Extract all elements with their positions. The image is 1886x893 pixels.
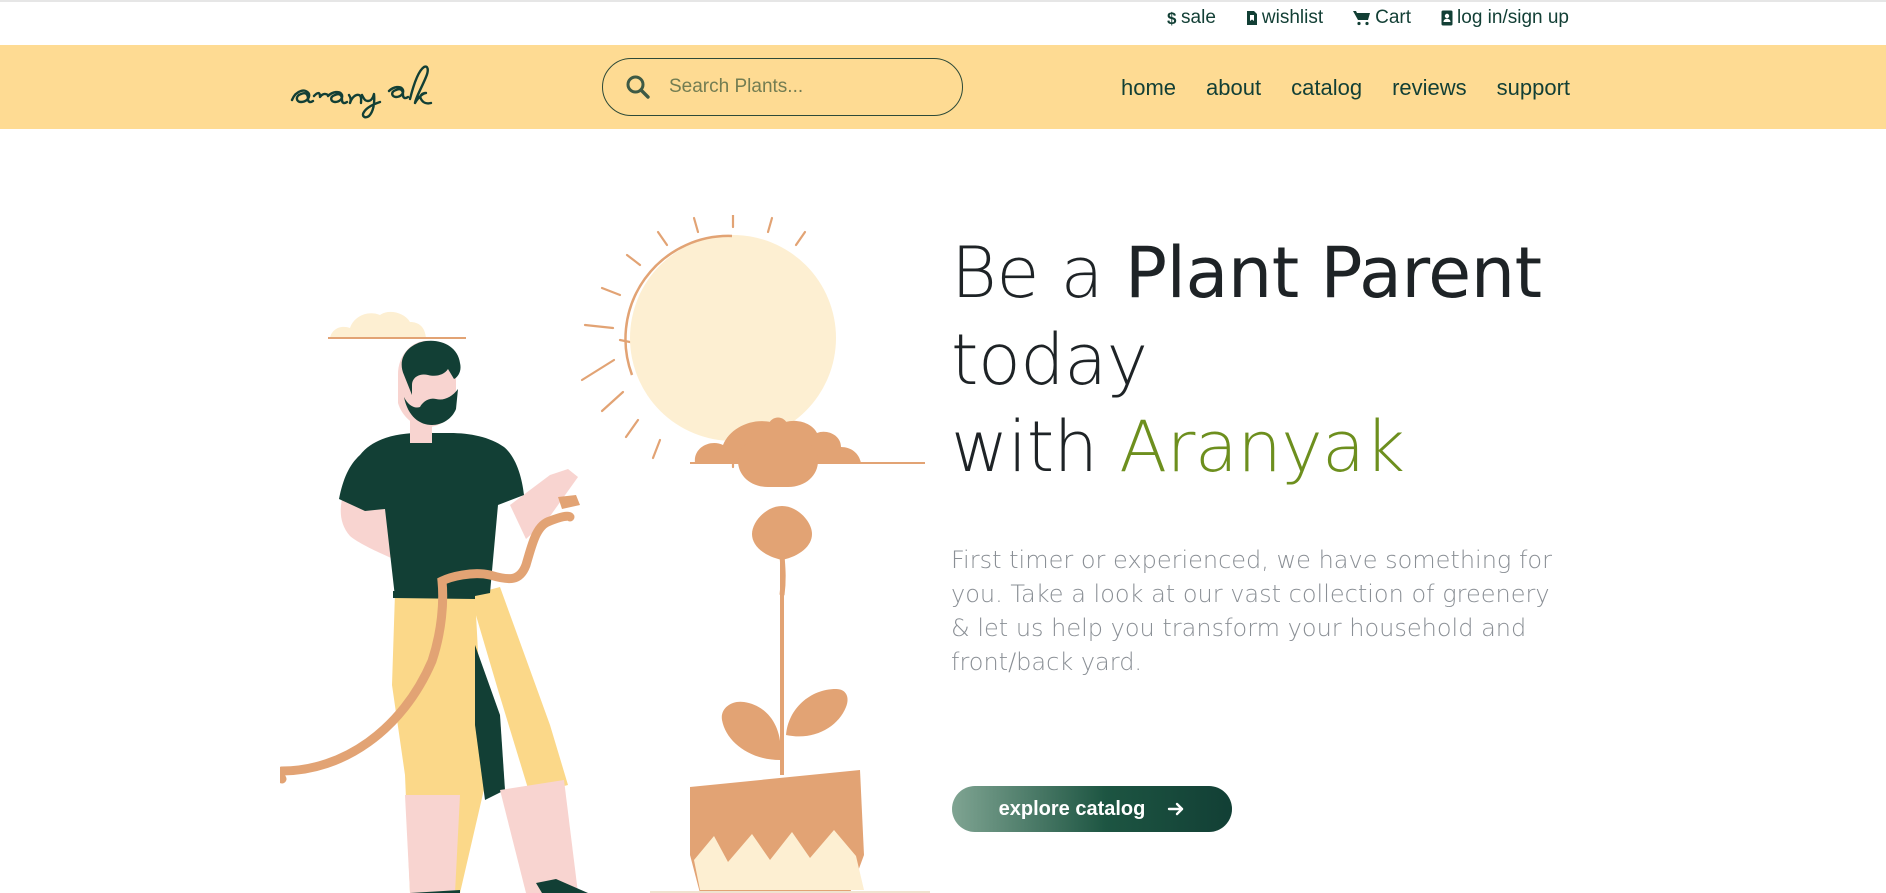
arrow-right-icon bbox=[1168, 802, 1184, 816]
sun-illustration bbox=[624, 234, 836, 441]
headline-line-1: Be a Plant Parent bbox=[951, 230, 1542, 317]
headline-with: with bbox=[951, 406, 1120, 488]
logo-text: aranyak bbox=[290, 53, 294, 54]
utility-bar: $ sale wishlist Cart log in/sign up bbox=[0, 0, 1886, 45]
small-cloud-illustration bbox=[328, 311, 466, 339]
headline-line-2: today bbox=[951, 319, 1148, 401]
login-signup-label: log in/sign up bbox=[1457, 7, 1569, 28]
search-bar[interactable] bbox=[602, 58, 963, 116]
cart-label: Cart bbox=[1375, 7, 1412, 28]
gardener-illustration bbox=[280, 340, 588, 893]
hero-illustration bbox=[280, 215, 930, 893]
svg-text:$: $ bbox=[1167, 9, 1177, 27]
nav-home[interactable]: home bbox=[1121, 75, 1176, 101]
explore-catalog-label: explore catalog bbox=[998, 797, 1146, 820]
dollar-icon: $ bbox=[1167, 9, 1177, 27]
headline-lead: Be a bbox=[951, 232, 1125, 314]
hero-subtext: First timer or experienced, we have some… bbox=[951, 546, 1552, 676]
headline-line-3: with Aranyak bbox=[951, 404, 1542, 491]
headline-plant-parent: Plant Parent bbox=[1124, 232, 1542, 314]
cart-link[interactable]: Cart bbox=[1353, 7, 1411, 29]
wishlist-label: wishlist bbox=[1261, 7, 1324, 28]
aranyak-logo[interactable]: aranyak bbox=[290, 53, 470, 121]
nav-about[interactable]: about bbox=[1206, 75, 1261, 101]
headline-brand: Aranyak bbox=[1119, 406, 1405, 488]
sale-link[interactable]: $ sale bbox=[1167, 7, 1216, 29]
wishlist-link[interactable]: wishlist bbox=[1246, 7, 1323, 29]
search-input[interactable] bbox=[669, 76, 949, 98]
nav-catalog[interactable]: catalog bbox=[1291, 75, 1362, 101]
sale-label: sale bbox=[1181, 7, 1216, 28]
nav-reviews[interactable]: reviews bbox=[1392, 75, 1467, 101]
nav-support[interactable]: support bbox=[1497, 75, 1570, 101]
search-icon[interactable] bbox=[625, 74, 651, 100]
hero-headline: Be a Plant Parent today with Aranyak bbox=[951, 230, 1542, 491]
main-header: aranyak home about catalog reviews suppo… bbox=[0, 45, 1886, 129]
explore-catalog-button[interactable]: explore catalog bbox=[952, 786, 1232, 832]
utility-links: $ sale wishlist Cart log in/sign up bbox=[1167, 7, 1569, 29]
cart-icon bbox=[1353, 11, 1371, 26]
contact-card-icon bbox=[1441, 10, 1453, 26]
bookmark-file-icon bbox=[1246, 11, 1257, 25]
main-nav: home about catalog reviews support bbox=[1121, 75, 1570, 101]
login-signup-link[interactable]: log in/sign up bbox=[1441, 7, 1569, 29]
potted-plant-illustration bbox=[650, 417, 930, 893]
